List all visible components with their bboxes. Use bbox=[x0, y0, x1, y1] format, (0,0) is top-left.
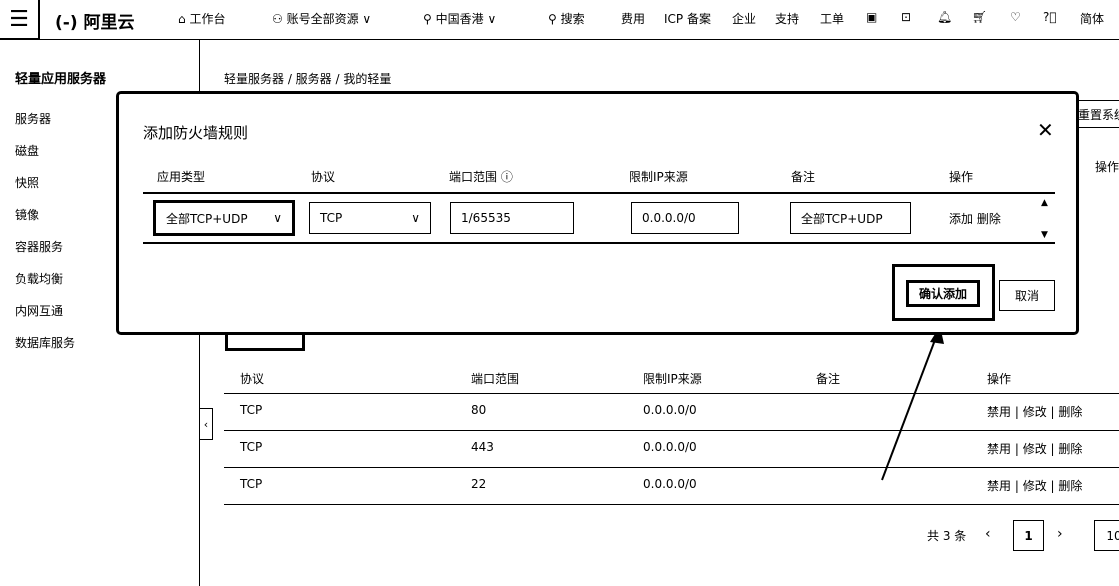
confirm-add-button[interactable]: 确认添加 bbox=[906, 280, 980, 307]
port-range-label: 端口范围 bbox=[449, 170, 498, 184]
col-port-range: 端口范围 ⓘ bbox=[449, 168, 513, 185]
col-note: 备注 bbox=[791, 170, 816, 184]
dialog-title: 添加防火墙规则 bbox=[143, 124, 249, 142]
arrow-line bbox=[881, 331, 939, 481]
chevron-down-icon: ∨ bbox=[411, 211, 420, 225]
app-type-select[interactable]: 全部TCP+UDP ∨ bbox=[153, 200, 295, 236]
row-actions: 添加 删除 bbox=[949, 210, 1001, 227]
app-type-value: 全部TCP+UDP bbox=[166, 211, 248, 226]
divider bbox=[143, 192, 1055, 194]
scroll-up-icon[interactable]: ▲ bbox=[1041, 198, 1048, 208]
cancel-button[interactable]: 取消 bbox=[999, 280, 1055, 311]
ip-source-input[interactable]: 0.0.0.0/0 bbox=[631, 202, 739, 234]
note-input[interactable]: 全部TCP+UDP bbox=[790, 202, 911, 234]
protocol-select[interactable]: TCP ∨ bbox=[309, 202, 431, 234]
add-row-link[interactable]: 添加 bbox=[949, 212, 973, 226]
col-app-type: 应用类型 bbox=[157, 170, 206, 184]
help-icon[interactable]: ⓘ bbox=[501, 170, 513, 184]
delete-row-link[interactable]: 删除 bbox=[977, 212, 1001, 226]
add-firewall-rule-dialog: 添加防火墙规则 ✕ 应用类型 协议 端口范围 ⓘ 限制IP来源 备注 操作 全部… bbox=[116, 91, 1079, 335]
protocol-value: TCP bbox=[320, 211, 343, 225]
divider bbox=[143, 242, 1055, 244]
port-range-input[interactable]: 1/65535 bbox=[450, 202, 574, 234]
close-icon[interactable]: ✕ bbox=[1037, 118, 1054, 142]
chevron-down-icon: ∨ bbox=[273, 211, 282, 225]
scroll-down-icon[interactable]: ▼ bbox=[1041, 230, 1048, 240]
col-protocol: 协议 bbox=[311, 170, 336, 184]
col-actions: 操作 bbox=[949, 170, 974, 184]
col-ip-source: 限制IP来源 bbox=[629, 170, 688, 184]
